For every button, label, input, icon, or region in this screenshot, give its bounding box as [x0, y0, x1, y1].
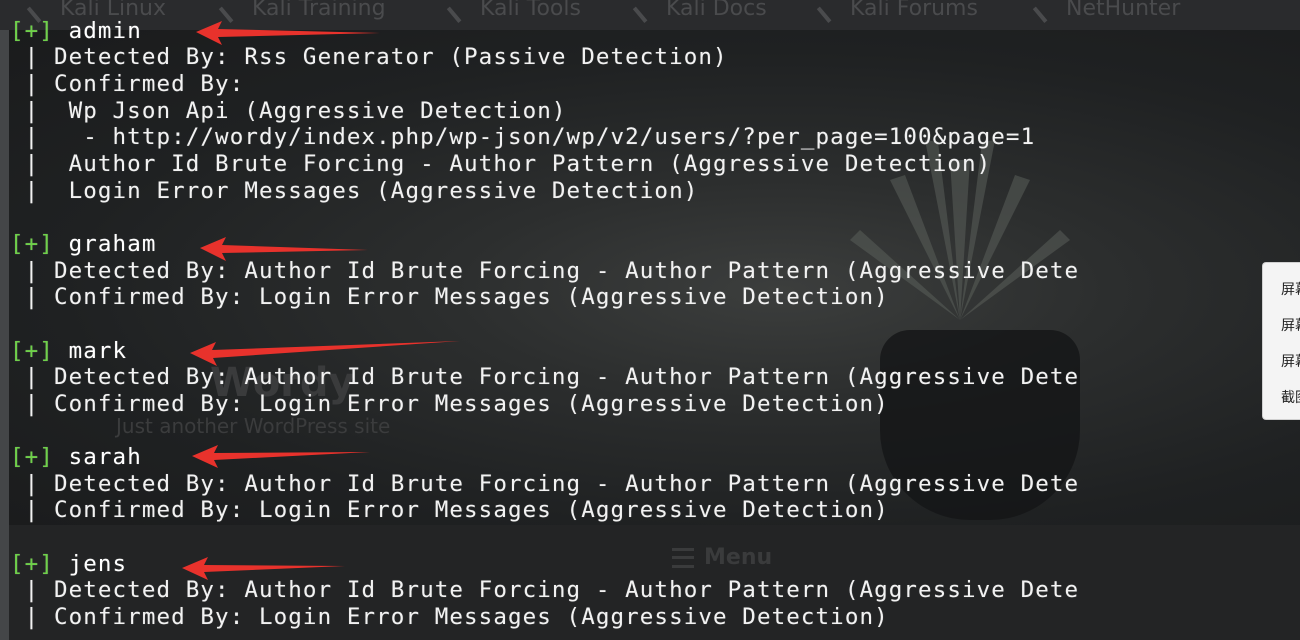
- terminal-output[interactable]: [+] admin | Detected By: Rss Generator (…: [10, 18, 1300, 640]
- terminal-line: | Detected By: Author Id Brute Forcing -…: [10, 577, 1080, 603]
- found-marker: [+]: [10, 551, 54, 577]
- username: mark: [68, 338, 128, 364]
- found-marker: [+]: [10, 338, 54, 364]
- user-entry-jens: [+] jens: [10, 551, 127, 578]
- terminal-line: | Confirmed By: Login Error Messages (Ag…: [10, 604, 889, 630]
- terminal-line: | Login Error Messages (Aggressive Detec…: [10, 178, 699, 204]
- terminal-line: | Confirmed By: Login Error Messages (Ag…: [10, 391, 889, 417]
- context-menu: 屏幕 屏幕 屏幕 截图: [1262, 262, 1300, 420]
- user-entry-sarah: [+] sarah: [10, 444, 142, 471]
- terminal-line: | Detected By: Author Id Brute Forcing -…: [10, 364, 1080, 390]
- terminal-line: | Author Id Brute Forcing - Author Patte…: [10, 151, 992, 177]
- terminal-line: | Confirmed By: Login Error Messages (Ag…: [10, 284, 889, 310]
- terminal-line: | - http://wordy/index.php/wp-json/wp/v2…: [10, 124, 1036, 150]
- username: jens: [68, 551, 128, 577]
- terminal-line: | Wp Json Api (Aggressive Detection): [10, 98, 567, 124]
- found-marker: [+]: [10, 18, 54, 44]
- terminal-line: | Detected By: Rss Generator (Passive De…: [10, 44, 728, 70]
- window-left-edge: [0, 30, 9, 640]
- terminal-line: | Detected By: Author Id Brute Forcing -…: [10, 471, 1080, 497]
- context-menu-item[interactable]: 屏幕: [1281, 351, 1300, 371]
- context-menu-item[interactable]: 屏幕: [1281, 279, 1300, 299]
- username: graham: [68, 231, 157, 257]
- context-menu-item[interactable]: 截图: [1281, 387, 1300, 407]
- found-marker: [+]: [10, 231, 54, 257]
- context-menu-item[interactable]: 屏幕: [1281, 315, 1300, 335]
- terminal-line: | Detected By: Author Id Brute Forcing -…: [10, 258, 1080, 284]
- user-entry-admin: [+] admin: [10, 18, 142, 45]
- username: admin: [68, 18, 142, 44]
- terminal-line: | Confirmed By: Login Error Messages (Ag…: [10, 497, 889, 523]
- user-entry-mark: [+] mark: [10, 338, 127, 365]
- found-marker: [+]: [10, 444, 54, 470]
- user-entry-graham: [+] graham: [10, 231, 157, 258]
- terminal-line: | Confirmed By:: [10, 71, 245, 97]
- username: sarah: [68, 444, 142, 470]
